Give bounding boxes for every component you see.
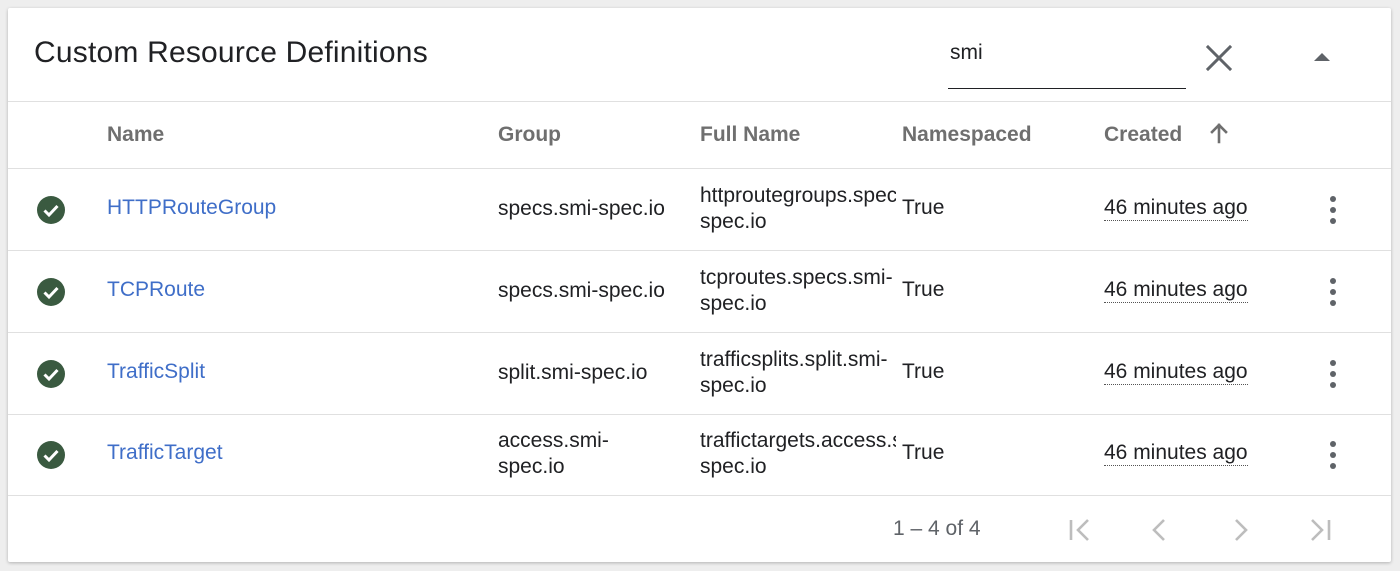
- crd-full-name: traffictargets.access.smi- spec.io: [700, 428, 896, 480]
- crd-full-name-line2: spec.io: [700, 455, 767, 478]
- crd-name-link[interactable]: TrafficSplit: [107, 360, 205, 384]
- crd-group: access.smi- spec.io: [498, 428, 694, 480]
- column-header-full-name[interactable]: Full Name: [700, 123, 800, 147]
- check-circle-icon: [37, 441, 65, 469]
- crd-name-link[interactable]: TCPRoute: [107, 278, 205, 302]
- crd-namespaced: True: [902, 196, 945, 219]
- more-vert-icon[interactable]: [1318, 274, 1348, 310]
- crd-created: 46 minutes ago: [1104, 441, 1248, 466]
- column-header-group[interactable]: Group: [498, 123, 561, 147]
- crd-namespaced: True: [902, 278, 945, 301]
- crd-full-name-line1: trafficsplits.split.smi-: [700, 348, 888, 371]
- chevron-left-icon[interactable]: [1144, 514, 1176, 546]
- crd-full-name-line1: traffictargets.access.smi-: [700, 429, 896, 452]
- crd-full-name-line1: httproutegroups.specs.smi-: [700, 184, 896, 207]
- crd-full-name: trafficsplits.split.smi- spec.io: [700, 347, 896, 399]
- last-page-icon[interactable]: [1304, 514, 1336, 546]
- crd-namespaced: True: [902, 360, 945, 383]
- crd-full-name-line2: spec.io: [700, 292, 767, 315]
- crd-full-name-line2: spec.io: [700, 210, 767, 233]
- column-header-created[interactable]: Created: [1104, 123, 1182, 147]
- more-vert-icon[interactable]: [1318, 192, 1348, 228]
- arrow-upward-icon[interactable]: [1208, 122, 1230, 144]
- crd-full-name: httproutegroups.specs.smi- spec.io: [700, 183, 896, 235]
- close-icon: [1205, 44, 1233, 72]
- table-header: Name Group Full Name Namespaced Created: [8, 102, 1391, 169]
- crd-name-link[interactable]: TrafficTarget: [107, 441, 223, 465]
- table-row: TCPRoute specs.smi-spec.io tcproutes.spe…: [8, 251, 1391, 333]
- table-row: TrafficTarget access.smi- spec.io traffi…: [8, 414, 1391, 496]
- collapse-card-button[interactable]: [1304, 40, 1340, 76]
- crd-namespaced: True: [902, 441, 945, 464]
- crd-card: Custom Resource Definitions Name Group F…: [8, 8, 1391, 562]
- chevron-right-icon[interactable]: [1224, 514, 1256, 546]
- crd-group: split.smi-spec.io: [498, 361, 648, 384]
- crd-full-name: tcproutes.specs.smi- spec.io: [700, 265, 896, 317]
- more-vert-icon[interactable]: [1318, 437, 1348, 473]
- more-vert-icon[interactable]: [1318, 356, 1348, 392]
- page-title: Custom Resource Definitions: [34, 36, 428, 69]
- first-page-icon[interactable]: [1064, 514, 1096, 546]
- search-field[interactable]: [948, 38, 1186, 89]
- crd-created: 46 minutes ago: [1104, 360, 1248, 385]
- crd-group-line1: access.smi-: [498, 429, 609, 452]
- card-header: Custom Resource Definitions: [8, 8, 1391, 102]
- crd-created: 46 minutes ago: [1104, 278, 1248, 303]
- crd-group: specs.smi-spec.io: [498, 197, 665, 220]
- arrow-drop-up-icon: [1314, 53, 1330, 61]
- check-circle-icon: [37, 360, 65, 388]
- table-row: HTTPRouteGroup specs.smi-spec.io httprou…: [8, 169, 1391, 251]
- column-header-name[interactable]: Name: [107, 123, 164, 147]
- check-circle-icon: [37, 196, 65, 224]
- check-circle-icon: [37, 278, 65, 306]
- crd-full-name-line2: spec.io: [700, 374, 767, 397]
- crd-group: specs.smi-spec.io: [498, 279, 665, 302]
- table-row: TrafficSplit split.smi-spec.io trafficsp…: [8, 333, 1391, 415]
- crd-created: 46 minutes ago: [1104, 196, 1248, 221]
- search-input[interactable]: [948, 40, 1180, 66]
- column-header-namespaced[interactable]: Namespaced: [902, 123, 1032, 147]
- crd-name-link[interactable]: HTTPRouteGroup: [107, 196, 276, 220]
- crd-group-line2: spec.io: [498, 455, 565, 478]
- pagination-range: 1 – 4 of 4: [893, 517, 981, 540]
- crd-full-name-line1: tcproutes.specs.smi-: [700, 266, 893, 289]
- clear-search-button[interactable]: [1201, 40, 1237, 76]
